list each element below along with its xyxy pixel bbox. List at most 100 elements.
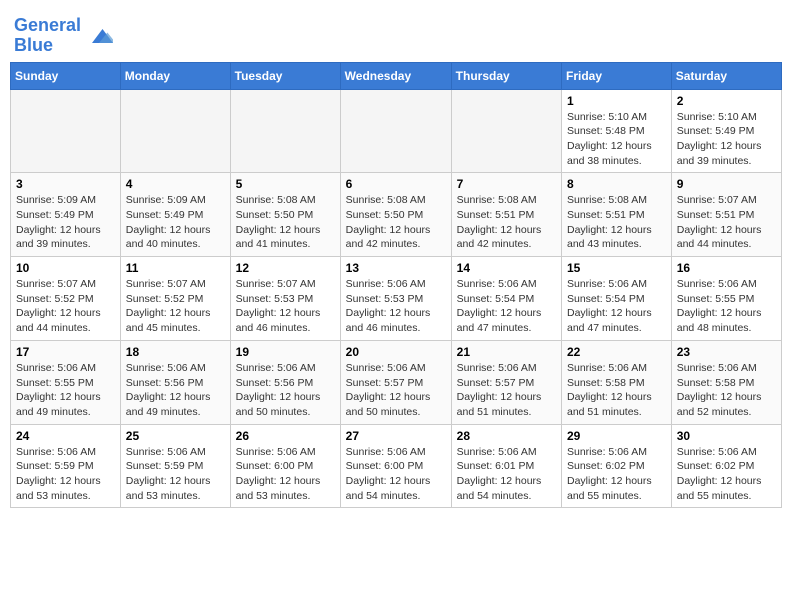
day-info: Sunrise: 5:06 AM Sunset: 6:02 PM Dayligh… <box>567 445 666 504</box>
day-number: 21 <box>457 345 556 359</box>
calendar-cell: 8 Sunrise: 5:08 AM Sunset: 5:51 PM Daylig… <box>562 173 672 257</box>
weekday-header-friday: Friday <box>562 62 672 89</box>
calendar-cell: 27 Sunrise: 5:06 AM Sunset: 6:00 PM Dayli… <box>340 424 451 508</box>
day-number: 22 <box>567 345 666 359</box>
calendar-cell: 19 Sunrise: 5:06 AM Sunset: 5:56 PM Dayli… <box>230 340 340 424</box>
calendar-cell <box>11 89 121 173</box>
day-info: Sunrise: 5:08 AM Sunset: 5:51 PM Dayligh… <box>567 193 666 252</box>
calendar-cell: 14Sunrise: 5:06 AM Sunset: 5:54 PM Dayli… <box>451 257 561 341</box>
day-info: Sunrise: 5:06 AM Sunset: 5:56 PM Dayligh… <box>236 361 335 420</box>
day-info: Sunrise: 5:10 AM Sunset: 5:48 PM Dayligh… <box>567 110 666 169</box>
weekday-header-row: SundayMondayTuesdayWednesdayThursdayFrid… <box>11 62 782 89</box>
day-info: Sunrise: 5:10 AM Sunset: 5:49 PM Dayligh… <box>677 110 776 169</box>
calendar-cell: 21 Sunrise: 5:06 AM Sunset: 5:57 PM Dayli… <box>451 340 561 424</box>
calendar-week-row: 3 Sunrise: 5:09 AM Sunset: 5:49 PM Daylig… <box>11 173 782 257</box>
calendar-cell: 24 Sunrise: 5:06 AM Sunset: 5:59 PM Dayli… <box>11 424 121 508</box>
day-info: Sunrise: 5:06 AM Sunset: 5:54 PM Dayligh… <box>567 277 666 336</box>
day-number: 30 <box>677 429 776 443</box>
weekday-header-wednesday: Wednesday <box>340 62 451 89</box>
day-info: Sunrise: 5:06 AM Sunset: 5:54 PM Dayligh… <box>457 277 556 336</box>
calendar-cell: 20Sunrise: 5:06 AM Sunset: 5:57 PM Dayli… <box>340 340 451 424</box>
calendar-cell: 13 Sunrise: 5:06 AM Sunset: 5:53 PM Dayli… <box>340 257 451 341</box>
logo-blue: Blue <box>14 35 53 55</box>
calendar-cell: 22Sunrise: 5:06 AM Sunset: 5:58 PM Dayli… <box>562 340 672 424</box>
day-number: 2 <box>677 94 776 108</box>
day-number: 17 <box>16 345 115 359</box>
calendar-cell: 12Sunrise: 5:07 AM Sunset: 5:53 PM Dayli… <box>230 257 340 341</box>
day-info: Sunrise: 5:06 AM Sunset: 5:59 PM Dayligh… <box>16 445 115 504</box>
calendar-cell <box>120 89 230 173</box>
day-info: Sunrise: 5:09 AM Sunset: 5:49 PM Dayligh… <box>126 193 225 252</box>
calendar-cell: 11 Sunrise: 5:07 AM Sunset: 5:52 PM Dayli… <box>120 257 230 341</box>
day-number: 1 <box>567 94 666 108</box>
calendar-week-row: 24 Sunrise: 5:06 AM Sunset: 5:59 PM Dayli… <box>11 424 782 508</box>
day-number: 8 <box>567 177 666 191</box>
day-info: Sunrise: 5:07 AM Sunset: 5:52 PM Dayligh… <box>16 277 115 336</box>
calendar-cell: 30 Sunrise: 5:06 AM Sunset: 6:02 PM Dayli… <box>671 424 781 508</box>
day-number: 15 <box>567 261 666 275</box>
logo: General Blue <box>14 16 113 56</box>
day-number: 6 <box>346 177 446 191</box>
calendar-cell: 26Sunrise: 5:06 AM Sunset: 6:00 PM Dayli… <box>230 424 340 508</box>
day-info: Sunrise: 5:06 AM Sunset: 5:56 PM Dayligh… <box>126 361 225 420</box>
page-header: General Blue <box>10 10 782 56</box>
day-info: Sunrise: 5:07 AM Sunset: 5:52 PM Dayligh… <box>126 277 225 336</box>
day-number: 27 <box>346 429 446 443</box>
logo-icon <box>85 22 113 50</box>
day-number: 24 <box>16 429 115 443</box>
calendar-cell: 16Sunrise: 5:06 AM Sunset: 5:55 PM Dayli… <box>671 257 781 341</box>
day-info: Sunrise: 5:08 AM Sunset: 5:50 PM Dayligh… <box>346 193 446 252</box>
calendar-cell: 7 Sunrise: 5:08 AM Sunset: 5:51 PM Daylig… <box>451 173 561 257</box>
calendar-table: SundayMondayTuesdayWednesdayThursdayFrid… <box>10 62 782 509</box>
weekday-header-thursday: Thursday <box>451 62 561 89</box>
calendar-cell: 17 Sunrise: 5:06 AM Sunset: 5:55 PM Dayli… <box>11 340 121 424</box>
calendar-cell: 1 Sunrise: 5:10 AM Sunset: 5:48 PM Daylig… <box>562 89 672 173</box>
calendar-cell: 3 Sunrise: 5:09 AM Sunset: 5:49 PM Daylig… <box>11 173 121 257</box>
day-info: Sunrise: 5:09 AM Sunset: 5:49 PM Dayligh… <box>16 193 115 252</box>
weekday-header-saturday: Saturday <box>671 62 781 89</box>
day-number: 11 <box>126 261 225 275</box>
day-info: Sunrise: 5:06 AM Sunset: 5:59 PM Dayligh… <box>126 445 225 504</box>
calendar-cell <box>340 89 451 173</box>
day-number: 10 <box>16 261 115 275</box>
calendar-cell: 4 Sunrise: 5:09 AM Sunset: 5:49 PM Daylig… <box>120 173 230 257</box>
day-number: 20 <box>346 345 446 359</box>
calendar-cell: 29Sunrise: 5:06 AM Sunset: 6:02 PM Dayli… <box>562 424 672 508</box>
day-info: Sunrise: 5:08 AM Sunset: 5:51 PM Dayligh… <box>457 193 556 252</box>
calendar-cell: 5 Sunrise: 5:08 AM Sunset: 5:50 PM Daylig… <box>230 173 340 257</box>
weekday-header-sunday: Sunday <box>11 62 121 89</box>
calendar-cell <box>451 89 561 173</box>
day-info: Sunrise: 5:07 AM Sunset: 5:51 PM Dayligh… <box>677 193 776 252</box>
calendar-cell: 23Sunrise: 5:06 AM Sunset: 5:58 PM Dayli… <box>671 340 781 424</box>
day-number: 5 <box>236 177 335 191</box>
day-number: 26 <box>236 429 335 443</box>
day-number: 4 <box>126 177 225 191</box>
day-info: Sunrise: 5:06 AM Sunset: 6:00 PM Dayligh… <box>346 445 446 504</box>
calendar-week-row: 1 Sunrise: 5:10 AM Sunset: 5:48 PM Daylig… <box>11 89 782 173</box>
day-number: 19 <box>236 345 335 359</box>
calendar-cell: 10 Sunrise: 5:07 AM Sunset: 5:52 PM Dayli… <box>11 257 121 341</box>
day-number: 3 <box>16 177 115 191</box>
day-number: 13 <box>346 261 446 275</box>
day-number: 16 <box>677 261 776 275</box>
day-info: Sunrise: 5:06 AM Sunset: 5:55 PM Dayligh… <box>16 361 115 420</box>
day-info: Sunrise: 5:06 AM Sunset: 6:02 PM Dayligh… <box>677 445 776 504</box>
day-number: 18 <box>126 345 225 359</box>
logo-general: General <box>14 15 81 35</box>
day-number: 9 <box>677 177 776 191</box>
calendar-cell: 9 Sunrise: 5:07 AM Sunset: 5:51 PM Daylig… <box>671 173 781 257</box>
calendar-cell: 25 Sunrise: 5:06 AM Sunset: 5:59 PM Dayli… <box>120 424 230 508</box>
day-number: 7 <box>457 177 556 191</box>
calendar-cell: 2 Sunrise: 5:10 AM Sunset: 5:49 PM Daylig… <box>671 89 781 173</box>
calendar-cell: 18 Sunrise: 5:06 AM Sunset: 5:56 PM Dayli… <box>120 340 230 424</box>
day-info: Sunrise: 5:08 AM Sunset: 5:50 PM Dayligh… <box>236 193 335 252</box>
day-info: Sunrise: 5:06 AM Sunset: 5:57 PM Dayligh… <box>457 361 556 420</box>
day-info: Sunrise: 5:06 AM Sunset: 5:53 PM Dayligh… <box>346 277 446 336</box>
day-info: Sunrise: 5:07 AM Sunset: 5:53 PM Dayligh… <box>236 277 335 336</box>
calendar-cell: 28Sunrise: 5:06 AM Sunset: 6:01 PM Dayli… <box>451 424 561 508</box>
day-number: 25 <box>126 429 225 443</box>
day-number: 23 <box>677 345 776 359</box>
weekday-header-tuesday: Tuesday <box>230 62 340 89</box>
calendar-cell <box>230 89 340 173</box>
day-info: Sunrise: 5:06 AM Sunset: 6:01 PM Dayligh… <box>457 445 556 504</box>
